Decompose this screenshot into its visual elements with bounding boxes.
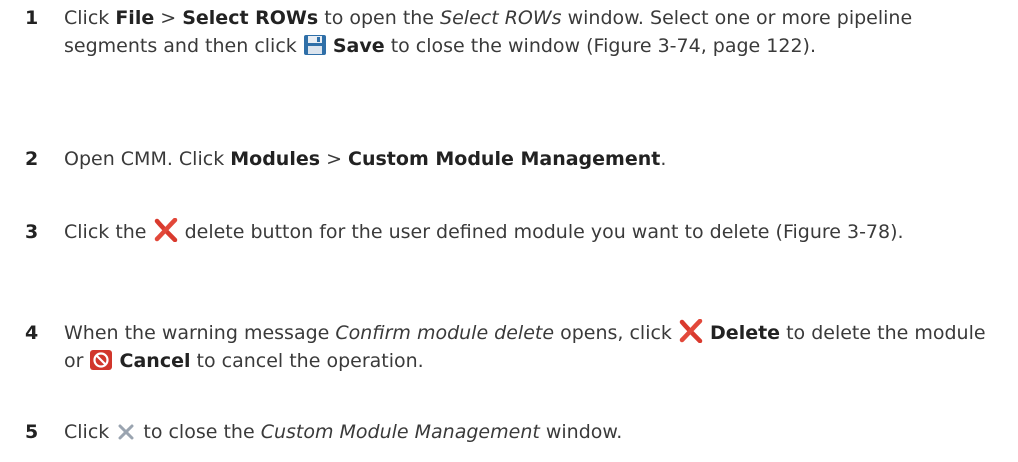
delete-x-icon bbox=[678, 319, 704, 343]
step-text-segment: When the warning message bbox=[64, 322, 336, 344]
step-text-segment: Click bbox=[64, 7, 116, 29]
step-text-segment: to close the window (Figure 3-74, page 1… bbox=[384, 35, 817, 57]
step-text-segment: > bbox=[320, 148, 349, 170]
step-text-segment: to cancel the operation. bbox=[190, 350, 424, 372]
step-text-segment: Click bbox=[64, 421, 116, 443]
step-text: When the warning message Confirm module … bbox=[64, 319, 1004, 375]
step-text: Click File > Select ROWs to open the Sel… bbox=[64, 4, 1004, 60]
warning-message-name: Confirm module delete bbox=[335, 322, 555, 344]
menu-modules-label: Modules bbox=[230, 148, 321, 170]
delete-x-icon bbox=[153, 218, 179, 242]
step-text: Click to close the Custom Module Managem… bbox=[64, 418, 1004, 446]
step-number: 5 bbox=[25, 421, 39, 443]
window-name: Select ROWs bbox=[440, 7, 562, 29]
step-number: 1 bbox=[25, 7, 39, 29]
menu-select-rows-label: Select ROWs bbox=[182, 7, 319, 29]
menu-custom-module-management-label: Custom Module Management bbox=[348, 148, 661, 170]
step-text-segment: . bbox=[660, 148, 667, 170]
save-icon bbox=[303, 34, 327, 56]
step-text-segment: Open CMM. Click bbox=[64, 148, 231, 170]
step-text-segment: to open the bbox=[318, 7, 441, 29]
cancel-icon bbox=[89, 349, 113, 371]
step-text-segment: to close the bbox=[137, 421, 261, 443]
step-text-segment: > bbox=[154, 7, 183, 29]
close-window-icon bbox=[115, 422, 137, 442]
menu-file-label: File bbox=[115, 7, 155, 29]
step-text-segment: Click the bbox=[64, 221, 153, 243]
step-number: 4 bbox=[25, 322, 39, 344]
step-text: Open CMM. Click Modules > Custom Module … bbox=[64, 145, 1004, 173]
step-number: 2 bbox=[25, 148, 39, 170]
step-text-segment: delete button for the user defined modul… bbox=[178, 221, 904, 243]
delete-label: Delete bbox=[710, 322, 781, 344]
step-text-segment: window. bbox=[539, 421, 623, 443]
procedure-steps: 1 Click File > Select ROWs to open the S… bbox=[0, 0, 1018, 462]
window-name: Custom Module Management bbox=[260, 421, 540, 443]
step-text: Click the delete button for the user def… bbox=[64, 218, 1004, 246]
step-text-segment: opens, click bbox=[554, 322, 678, 344]
save-label: Save bbox=[332, 35, 385, 57]
cancel-label: Cancel bbox=[119, 350, 191, 372]
step-number: 3 bbox=[25, 221, 39, 243]
